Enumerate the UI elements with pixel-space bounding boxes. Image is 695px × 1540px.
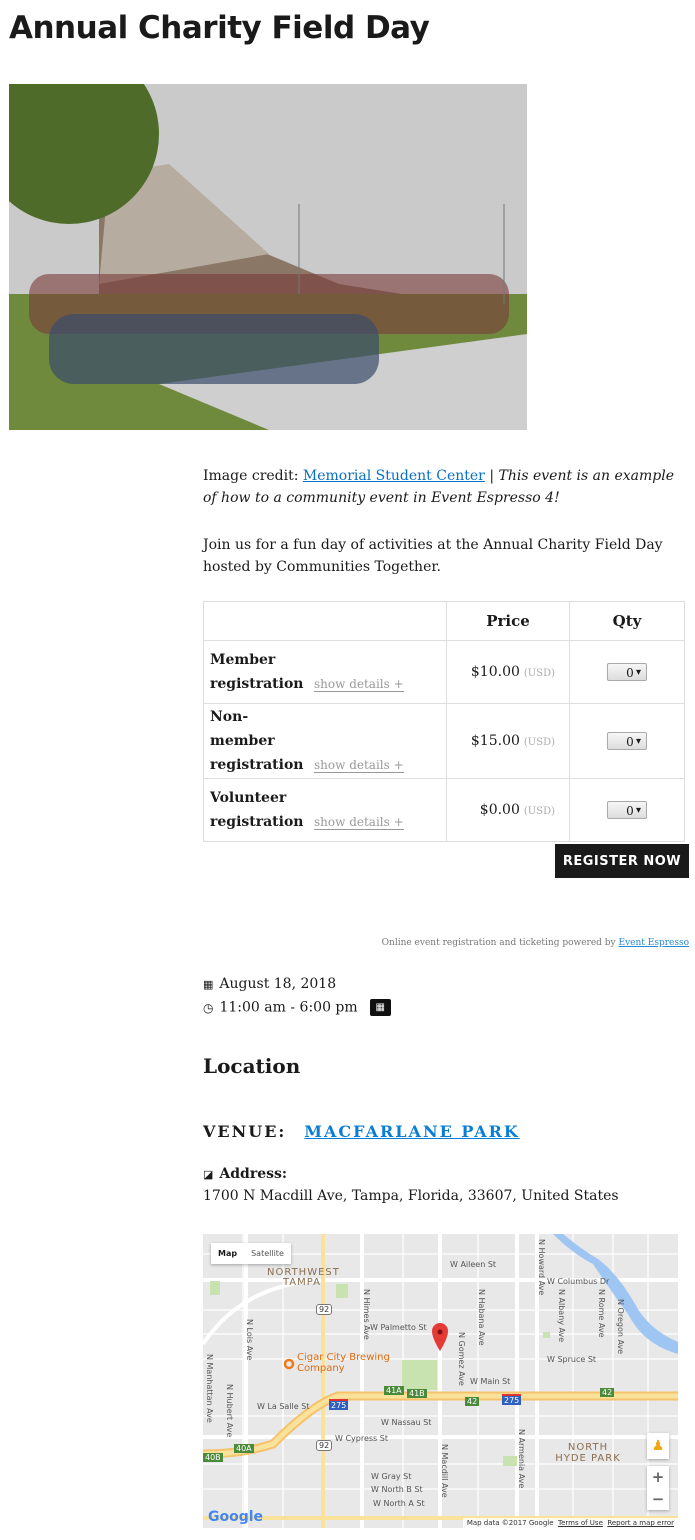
street-label: W Nassau St	[381, 1418, 432, 1427]
header-name	[203, 601, 447, 641]
street-label: N Gomez Ave	[457, 1332, 466, 1386]
show-details-link[interactable]: show details +	[314, 758, 404, 773]
exit-sign: 41B	[407, 1389, 427, 1398]
street-label: N Armenia Ave	[517, 1429, 526, 1489]
event-description: Join us for a fun day of activities at t…	[203, 537, 663, 575]
street-label: N Oregon Ave	[616, 1299, 625, 1355]
page-title: Annual Charity Field Day	[9, 10, 430, 46]
interstate-shield: 275	[329, 1399, 349, 1410]
street-label: N Macdill Ave	[440, 1444, 449, 1498]
event-espresso-link[interactable]: Event Espresso	[619, 938, 690, 948]
currency: (USD)	[523, 668, 555, 679]
qty-select[interactable]: 0	[607, 732, 647, 751]
powered-text: Online event registration and ticketing …	[381, 938, 619, 948]
time-text: 11:00 am - 6:00 pm	[219, 999, 358, 1016]
qty-select[interactable]: 0	[607, 663, 647, 682]
ticket-row: Non-member registration show details + $15…	[203, 703, 685, 779]
clock-icon: ◷	[203, 1000, 214, 1015]
map-icon: ◪	[203, 1168, 214, 1181]
street-label: W Main St	[470, 1377, 511, 1386]
street-label: N Lois Ave	[245, 1319, 254, 1361]
google-logo: Google	[208, 1509, 264, 1525]
map-data-text: Map data ©2017 Google	[466, 1519, 554, 1527]
event-date: ▦ August 18, 2018	[203, 976, 336, 992]
ticket-row: Member registration show details + $10.00(…	[203, 640, 685, 704]
street-view-pegman-icon[interactable]: ♟	[647, 1433, 669, 1459]
street-label: W North B St	[371, 1485, 423, 1494]
calendar-icon: ▦	[203, 978, 214, 991]
street-label: W Spruce St	[547, 1355, 597, 1364]
street-label: N Habana Ave	[477, 1289, 486, 1346]
header-qty: Qty	[569, 601, 685, 641]
ticket-price: $10.00	[470, 664, 520, 680]
venue-row: VENUE: MACFARLANE PARK	[203, 1122, 520, 1141]
interstate-shield: 275	[502, 1394, 522, 1405]
ticket-name: Volunteer registration	[210, 790, 304, 830]
powered-by: Online event registration and ticketing …	[382, 938, 689, 948]
credit-separator: |	[484, 468, 499, 484]
map-tab[interactable]: Map	[211, 1243, 244, 1264]
location-heading: Location	[203, 1054, 301, 1078]
map-pin[interactable]	[432, 1323, 448, 1351]
ticket-name: Member registration	[210, 652, 304, 692]
ticket-name: Non-member registration	[210, 709, 304, 773]
ticket-row: Volunteer registration show details + $0.0…	[203, 778, 685, 842]
header-price: Price	[446, 601, 570, 641]
date-text: August 18, 2018	[219, 976, 337, 992]
street-label: N Howard Ave	[537, 1239, 546, 1296]
map-attribution: Map data ©2017 Google Terms of Use Repor…	[462, 1518, 678, 1528]
map-type-control: Map Satellite	[211, 1243, 291, 1264]
add-to-calendar-icon[interactable]: ▦	[369, 999, 391, 1016]
ticket-price: $0.00	[479, 802, 520, 818]
terms-link[interactable]: Terms of Use	[558, 1519, 603, 1527]
street-label: W Palmetto St	[370, 1323, 427, 1332]
street-label: W Cypress St	[335, 1434, 388, 1443]
show-details-link[interactable]: show details +	[314, 815, 404, 830]
zoom-in-button[interactable]: +	[647, 1466, 669, 1488]
street-label: N Rome Ave	[597, 1289, 606, 1338]
qty-select[interactable]: 0	[607, 801, 647, 820]
exit-sign: 42	[600, 1388, 615, 1397]
ticket-price: $15.00	[470, 733, 520, 749]
route-shield: 92	[316, 1440, 333, 1451]
venue-link[interactable]: MACFARLANE PARK	[304, 1122, 520, 1141]
google-map[interactable]: Map Satellite NORTHWEST TAMPA Cigar City …	[203, 1234, 678, 1528]
place-label: NORTHWEST TAMPA	[267, 1267, 340, 1288]
event-photo	[9, 84, 527, 430]
credit-prefix: Image credit:	[203, 468, 303, 484]
street-label: N Manhattan Ave	[205, 1354, 214, 1423]
report-error-link[interactable]: Report a map error	[607, 1519, 674, 1527]
street-label: W North A St	[373, 1499, 425, 1508]
event-time: ◷ 11:00 am - 6:00 pm ▦	[203, 999, 391, 1016]
currency: (USD)	[523, 737, 555, 748]
address-label-row: ◪ Address:	[203, 1166, 287, 1182]
ticket-header-row: Price Qty	[203, 601, 685, 641]
street-label: W Gray St	[371, 1472, 412, 1481]
ticket-table: Price Qty Member registration show details…	[203, 601, 685, 842]
zoom-control: + −	[647, 1466, 669, 1510]
street-label: W Columbus Dr	[547, 1277, 610, 1286]
image-credit: Image credit: Memorial Student Center | …	[203, 465, 688, 509]
show-details-link[interactable]: show details +	[314, 677, 404, 692]
exit-sign: 40B	[203, 1453, 223, 1462]
street-label: N Hubert Ave	[225, 1384, 234, 1438]
place-label[interactable]: Cigar City Brewing Company	[297, 1352, 407, 1374]
exit-sign: 42	[465, 1397, 480, 1406]
satellite-tab[interactable]: Satellite	[244, 1243, 291, 1264]
venue-label: VENUE:	[203, 1122, 287, 1141]
credit-link[interactable]: Memorial Student Center	[303, 468, 485, 484]
street-label: W La Salle St	[257, 1402, 310, 1411]
place-label: NORTH HYDE PARK	[555, 1442, 621, 1464]
route-shield: 92	[316, 1304, 333, 1315]
street-label: N Himes Ave	[362, 1289, 371, 1340]
address-label: Address:	[219, 1166, 288, 1182]
currency: (USD)	[523, 806, 555, 817]
address-value: 1700 N Macdill Ave, Tampa, Florida, 3360…	[203, 1188, 619, 1204]
street-label: N Albany Ave	[557, 1289, 566, 1343]
street-label: W Aileen St	[450, 1260, 497, 1269]
register-now-button[interactable]: REGISTER NOW	[555, 844, 689, 878]
zoom-out-button[interactable]: −	[647, 1488, 669, 1510]
exit-sign: 40A	[234, 1444, 254, 1453]
exit-sign: 41A	[384, 1386, 404, 1395]
